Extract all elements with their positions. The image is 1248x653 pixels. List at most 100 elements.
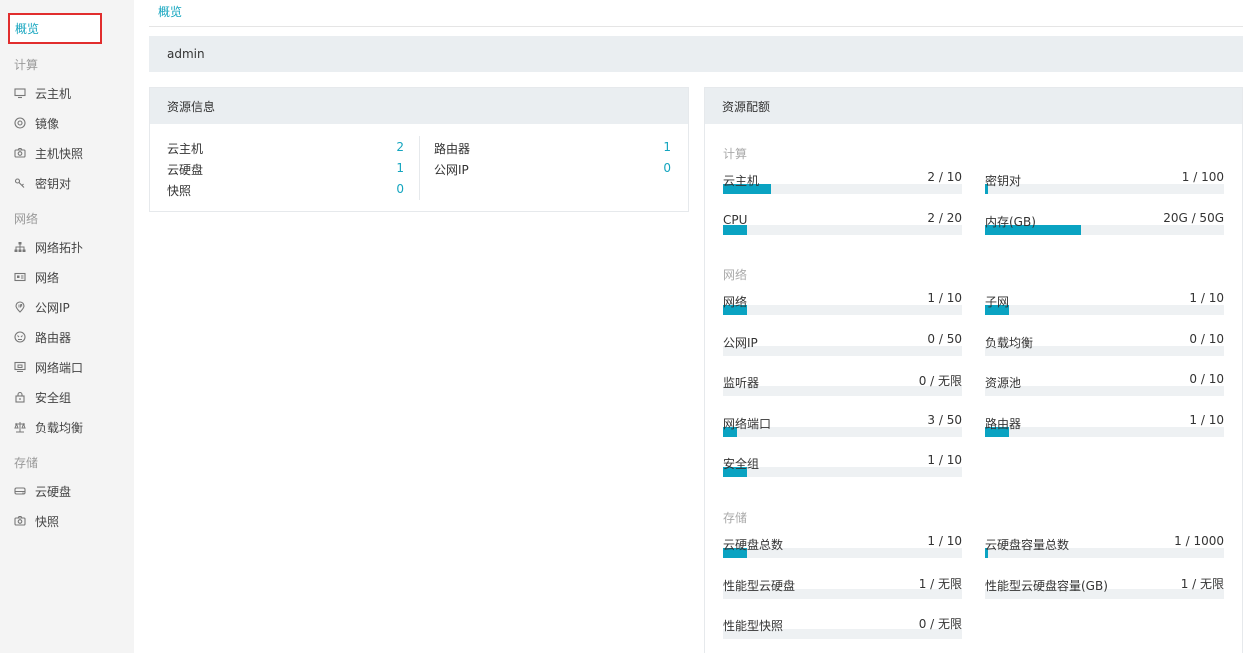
quota-item: 云硬盘总数 1 / 10 — [723, 534, 962, 566]
quota-value: 0 / 无限 — [918, 374, 962, 388]
quota-value: 1 / 10 — [1189, 412, 1224, 427]
breadcrumb[interactable]: 概览 — [158, 3, 182, 20]
quota-label: 云硬盘总数 — [723, 538, 784, 552]
resource-label: 公网IP — [434, 163, 469, 177]
resource-info-row: 云主机 2 — [167, 140, 404, 161]
quota-value: 2 / 20 — [927, 210, 962, 225]
quota-label: 网络 — [723, 295, 748, 309]
sidebar-item[interactable]: 云硬盘 — [0, 476, 134, 506]
main-content: 概览 admin 资源信息 云主机 2 云硬盘 1 快照 0 路由器 1 公网IP 0 资源配额… — [149, 0, 1243, 653]
sidebar-group-title: 计算 — [14, 58, 39, 72]
resource-quota-panel: 资源配额 计算 云主机 2 / 10 密钥对 1 / 100 CPU 2 / 20 内存(GB… — [704, 87, 1243, 653]
quota-value: 1 / 10 — [927, 534, 962, 548]
sidebar-item-label: 云硬盘 — [35, 484, 72, 499]
sidebar-item[interactable]: 路由器 — [0, 322, 134, 352]
quota-label: 网络端口 — [723, 416, 772, 431]
quota-value: 1 / 1000 — [1174, 534, 1224, 548]
quota-item: 资源池 0 / 10 — [985, 372, 1224, 404]
resource-label: 快照 — [167, 184, 192, 198]
network-card-icon — [14, 271, 26, 283]
sidebar-item[interactable]: 网络端口 — [0, 352, 134, 382]
sidebar-item[interactable]: 云主机 — [0, 78, 134, 108]
quota-label: 子网 — [985, 295, 1010, 309]
quota-progress-track — [723, 345, 962, 356]
user-bar: admin — [149, 36, 1243, 72]
quota-label: 云硬盘容量总数 — [985, 538, 1070, 552]
camera-icon — [14, 515, 26, 527]
sidebar-item[interactable]: 网络 — [0, 262, 134, 292]
quota-value: 20G / 50G — [1163, 210, 1224, 225]
quota-label: 密钥对 — [985, 174, 1022, 188]
resource-count-link[interactable]: 1 — [663, 140, 671, 161]
quota-item: 云主机 2 / 10 — [723, 170, 962, 202]
quota-value: 0 / 10 — [1189, 372, 1224, 386]
port-icon — [14, 361, 26, 373]
monitor-icon — [14, 87, 26, 99]
quota-progress-track — [985, 305, 1224, 315]
sidebar-item[interactable]: 快照 — [0, 506, 134, 536]
sidebar-item[interactable]: 安全组 — [0, 382, 134, 412]
quota-label: 安全组 — [723, 457, 760, 471]
quota-progress-track — [723, 224, 962, 235]
quota-value: 0 / 10 — [1189, 331, 1224, 346]
resource-quota-title: 资源配额 — [705, 88, 1242, 124]
resource-count-link[interactable]: 2 — [396, 140, 404, 161]
quota-item: 公网IP 0 / 50 — [723, 331, 962, 364]
camera-icon — [14, 147, 26, 159]
quota-item: 安全组 1 / 10 — [723, 453, 962, 485]
quota-item: 路由器 1 / 10 — [985, 412, 1224, 445]
sidebar-item-label: 概览 — [15, 22, 40, 36]
quota-item: 网络端口 3 / 50 — [723, 413, 962, 445]
quota-item: CPU 2 / 20 — [723, 210, 962, 243]
quota-value: 2 / 10 — [927, 170, 962, 184]
quota-item: 子网 1 / 10 — [985, 291, 1224, 323]
resource-info-row: 路由器 1 — [434, 140, 671, 161]
quota-item: 性能型云硬盘容量(GB) 1 / 无限 — [985, 577, 1224, 607]
quota-label: 资源池 — [985, 376, 1022, 390]
quota-item: 性能型云硬盘 1 / 无限 — [723, 577, 962, 607]
disc-icon — [14, 117, 26, 129]
quota-item: 密钥对 1 / 100 — [985, 170, 1224, 202]
user-name: admin — [167, 47, 205, 61]
quota-group-title: 网络 — [723, 268, 748, 282]
sidebar-item-overview[interactable]: 概览 — [8, 13, 102, 45]
resource-count-link[interactable]: 1 — [396, 161, 404, 182]
quota-value: 1 / 10 — [927, 291, 962, 305]
sidebar-item[interactable]: 镜像 — [0, 108, 134, 138]
sidebar-item-label: 网络端口 — [35, 360, 84, 375]
quota-value: 0 / 无限 — [918, 617, 962, 631]
resource-count-link[interactable]: 0 — [396, 182, 404, 203]
resource-info-row: 快照 0 — [167, 182, 404, 203]
disk-icon — [14, 485, 26, 497]
quota-label: CPU — [723, 212, 748, 227]
resource-info-row: 云硬盘 1 — [167, 161, 404, 182]
quota-item: 云硬盘容量总数 1 / 1000 — [985, 534, 1224, 566]
quota-label: 路由器 — [985, 416, 1022, 431]
sidebar-item[interactable]: 网络拓扑 — [0, 232, 134, 262]
quota-label: 性能型快照 — [723, 619, 784, 633]
quota-value: 1 / 10 — [1189, 291, 1224, 305]
quota-progress-track — [723, 305, 962, 315]
resource-label: 云硬盘 — [167, 163, 204, 177]
balance-icon — [14, 421, 26, 433]
resource-label: 路由器 — [434, 142, 471, 156]
quota-label: 性能型云硬盘 — [723, 578, 796, 593]
sidebar-item[interactable]: 主机快照 — [0, 138, 134, 168]
sidebar-item-label: 云主机 — [35, 86, 72, 101]
quota-value: 1 / 无限 — [1180, 576, 1224, 591]
sidebar-item-label: 密钥对 — [35, 176, 72, 191]
resource-info-title: 资源信息 — [150, 88, 688, 124]
sidebar-item[interactable]: 负载均衡 — [0, 412, 134, 442]
sidebar-group-title: 存储 — [14, 456, 39, 470]
sidebar-item-label: 路由器 — [35, 330, 72, 345]
resource-count-link[interactable]: 0 — [663, 161, 671, 182]
sidebar-item[interactable]: 密钥对 — [0, 168, 134, 198]
sidebar-item[interactable]: 公网IP — [0, 292, 134, 322]
ip-pin-icon — [14, 301, 26, 313]
quota-value: 0 / 50 — [927, 331, 962, 346]
quota-group-title: 存储 — [723, 511, 748, 525]
quota-label: 内存(GB) — [985, 214, 1036, 229]
sidebar-group-title: 网络 — [14, 212, 39, 226]
quota-label: 公网IP — [723, 335, 758, 350]
sidebar-item-label: 安全组 — [35, 390, 72, 405]
